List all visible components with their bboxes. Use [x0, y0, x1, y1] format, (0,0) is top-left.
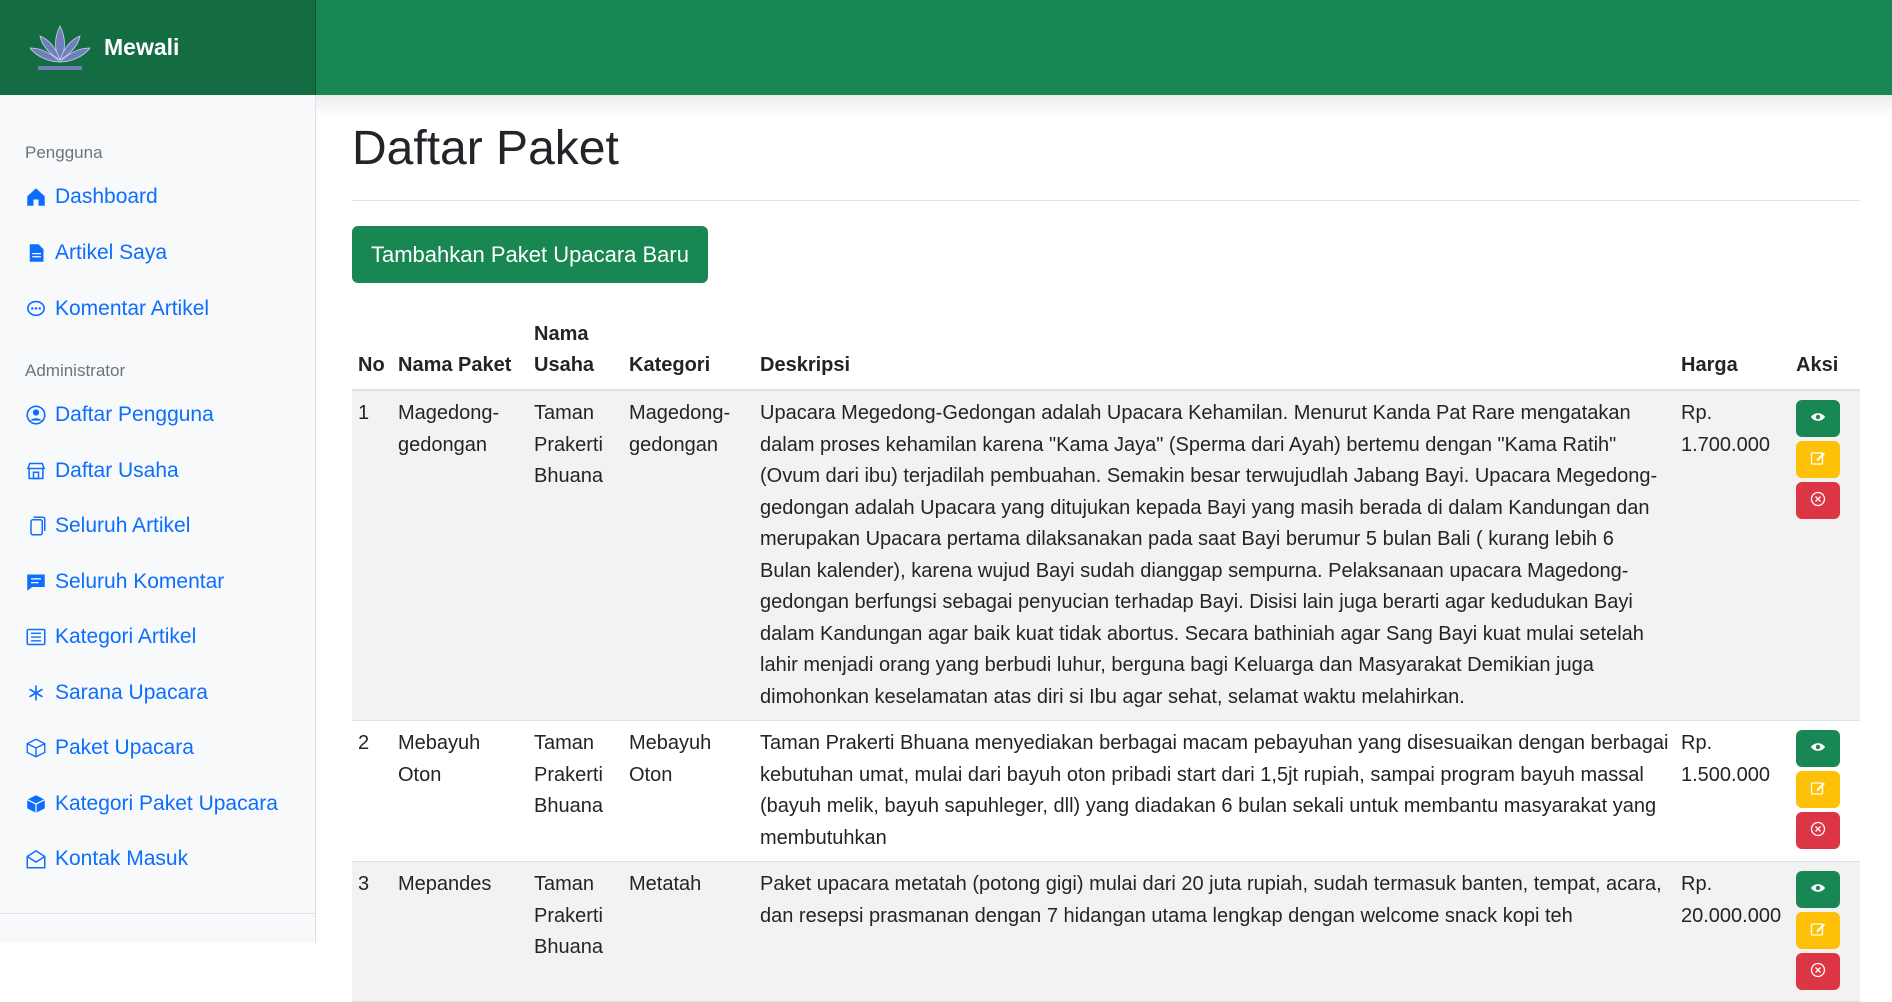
- pencil-square-icon: [1810, 921, 1826, 940]
- table-row: 2 Mebayuh Oton Taman Prakerti Bhuana Meb…: [352, 720, 1860, 862]
- header-kategori: Kategori: [623, 313, 754, 391]
- cell-kategori: Metatah: [623, 861, 754, 1002]
- view-button[interactable]: [1796, 871, 1840, 908]
- sidebar-item-label: Seluruh Komentar: [55, 570, 225, 593]
- cell-harga: Rp. 1.700.000: [1675, 390, 1790, 721]
- sidebar-item-label: Artikel Saya: [55, 241, 168, 264]
- table-row: 1 Magedong-gedongan Taman Prakerti Bhuan…: [352, 390, 1860, 721]
- header-aksi: Aksi: [1790, 313, 1860, 391]
- pencil-square-icon: [1810, 450, 1826, 469]
- cell-kategori: Magedong-gedongan: [623, 390, 754, 721]
- x-circle-icon: [1810, 821, 1826, 840]
- sidebar-item-label: Kontak Masuk: [55, 847, 189, 870]
- title-divider: [352, 200, 1860, 201]
- sidebar-item-kontak-masuk[interactable]: Kontak Masuk: [25, 847, 188, 871]
- cell-deskripsi: Upacara Megedong-Gedongan adalah Upacara…: [754, 390, 1675, 721]
- brand-name: Mewali: [104, 34, 180, 60]
- cell-no: 3: [352, 861, 392, 1002]
- sidebar-item-label: Paket Upacara: [55, 736, 194, 759]
- cell-aksi: [1790, 390, 1860, 721]
- page-title: Daftar Paket: [352, 122, 619, 175]
- delete-button[interactable]: [1796, 482, 1840, 519]
- sidebar-item-label: Kategori Artikel: [55, 625, 197, 648]
- delete-button[interactable]: [1796, 953, 1840, 990]
- sidebar-item-dashboard[interactable]: Dashboard: [25, 185, 158, 209]
- eye-icon: [1810, 880, 1826, 899]
- sidebar-item-komentar-artikel[interactable]: Komentar Artikel: [25, 297, 209, 321]
- cell-no: 1: [352, 390, 392, 721]
- delete-button[interactable]: [1796, 812, 1840, 849]
- list-icon: [25, 626, 47, 648]
- shop-icon: [25, 460, 47, 482]
- sidebar-item-artikel-saya[interactable]: Artikel Saya: [25, 241, 167, 265]
- brand[interactable]: Mewali: [0, 0, 316, 95]
- edit-button[interactable]: [1796, 441, 1840, 478]
- sidebar-item-seluruh-komentar[interactable]: Seluruh Komentar: [25, 570, 224, 594]
- edit-button[interactable]: [1796, 771, 1840, 808]
- pencil-square-icon: [1810, 780, 1826, 799]
- sidebar-item-label: Daftar Usaha: [55, 459, 179, 482]
- header-deskripsi: Deskripsi: [754, 313, 1675, 391]
- cell-nama-paket: Mebayuh Oton: [392, 720, 528, 862]
- cell-harga: Rp. 1.500.000: [1675, 720, 1790, 862]
- sidebar-item-kategori-paket-upacara[interactable]: Kategori Paket Upacara: [25, 792, 278, 816]
- sidebar-item-seluruh-artikel[interactable]: Seluruh Artikel: [25, 514, 190, 538]
- cell-nama-usaha: Taman Prakerti Bhuana: [528, 861, 623, 1002]
- eye-icon: [1810, 409, 1826, 428]
- envelope-open-icon: [25, 848, 47, 870]
- sidebar-item-label: Daftar Pengguna: [55, 403, 214, 426]
- sidebar-item-daftar-pengguna[interactable]: Daftar Pengguna: [25, 403, 214, 427]
- sidebar-item-label: Dashboard: [55, 185, 158, 208]
- header-no: No: [352, 313, 392, 391]
- x-circle-icon: [1810, 962, 1826, 981]
- document-icon: [25, 242, 47, 264]
- table-header-row: No Nama Paket Nama Usaha Kategori Deskri…: [352, 313, 1860, 391]
- cell-nama-paket: Mepandes: [392, 861, 528, 1002]
- snowflake-icon: [25, 682, 47, 704]
- sidebar-item-kategori-artikel[interactable]: Kategori Artikel: [25, 625, 196, 649]
- sidebar-divider: [0, 913, 316, 914]
- chat-left-text-icon: [25, 571, 47, 593]
- sidebar-item-label: Komentar Artikel: [55, 297, 210, 320]
- cell-kategori: Mebayuh Oton: [623, 720, 754, 862]
- cell-deskripsi: Taman Prakerti Bhuana menyediakan berbag…: [754, 720, 1675, 862]
- cell-harga: Rp. 20.000.000: [1675, 861, 1790, 1002]
- header-shadow: [316, 95, 1892, 117]
- edit-button[interactable]: [1796, 912, 1840, 949]
- sidebar-item-label: Sarana Upacara: [55, 681, 208, 704]
- sidebar-item-sarana-upacara[interactable]: Sarana Upacara: [25, 681, 208, 705]
- table-row: 3 Mepandes Taman Prakerti Bhuana Metatah…: [352, 861, 1860, 1002]
- cell-deskripsi: Paket upacara metatah (potong gigi) mula…: [754, 861, 1675, 1002]
- box-icon: [25, 737, 47, 759]
- sidebar-item-label: Kategori Paket Upacara: [55, 792, 278, 815]
- view-button[interactable]: [1796, 400, 1840, 437]
- sidebar-heading-pengguna: Pengguna: [25, 143, 103, 162]
- x-circle-icon: [1810, 491, 1826, 510]
- package-table: No Nama Paket Nama Usaha Kategori Deskri…: [352, 313, 1860, 1002]
- sidebar-item-label: Seluruh Artikel: [55, 514, 191, 537]
- person-circle-icon: [25, 404, 47, 426]
- header-nama-usaha: Nama Usaha: [528, 313, 623, 391]
- files-icon: [25, 515, 47, 537]
- eye-icon: [1810, 739, 1826, 758]
- sidebar-item-paket-upacara[interactable]: Paket Upacara: [25, 736, 194, 760]
- cell-aksi: [1790, 861, 1860, 1002]
- header-nama-paket: Nama Paket: [392, 313, 528, 391]
- sidebar: Pengguna Dashboard Artikel Saya Komentar…: [0, 95, 316, 943]
- sidebar-heading-administrator: Administrator: [25, 361, 126, 380]
- box-fill-icon: [25, 793, 47, 815]
- sidebar-item-daftar-usaha[interactable]: Daftar Usaha: [25, 459, 179, 483]
- cell-no: 2: [352, 720, 392, 862]
- cell-aksi: [1790, 720, 1860, 862]
- view-button[interactable]: [1796, 730, 1840, 767]
- cell-nama-paket: Magedong-gedongan: [392, 390, 528, 721]
- add-package-button[interactable]: Tambahkan Paket Upacara Baru: [352, 226, 708, 283]
- house-icon: [25, 186, 47, 208]
- chat-dots-icon: [25, 298, 47, 320]
- header-harga: Harga: [1675, 313, 1790, 391]
- cell-nama-usaha: Taman Prakerti Bhuana: [528, 390, 623, 721]
- cell-nama-usaha: Taman Prakerti Bhuana: [528, 720, 623, 862]
- lotus-logo: [26, 18, 94, 78]
